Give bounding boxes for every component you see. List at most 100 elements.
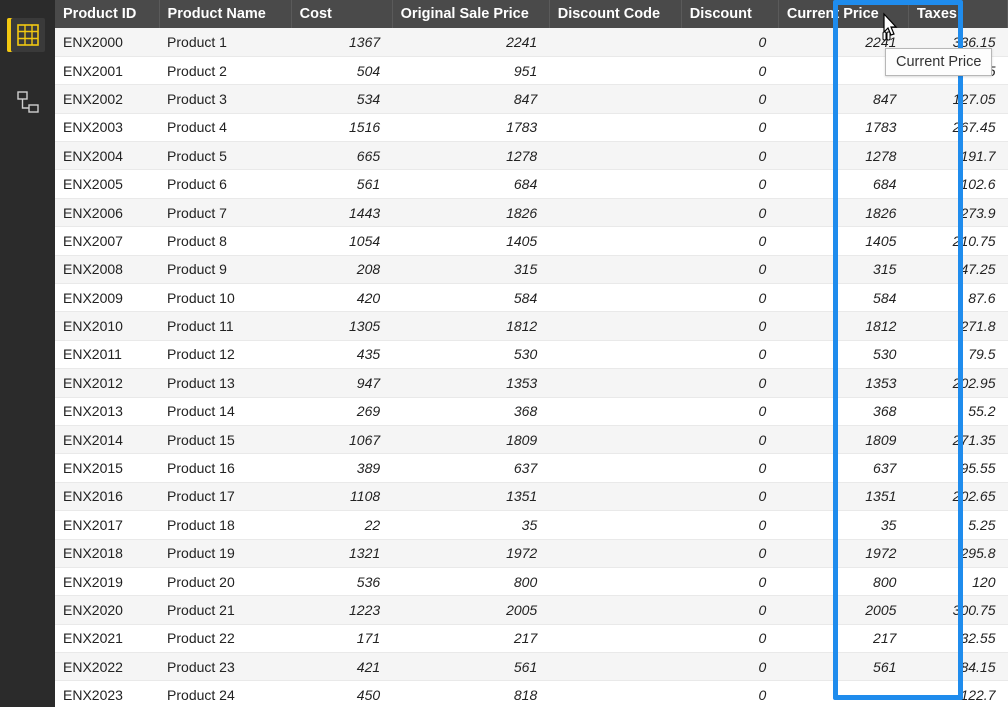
cell-tax[interactable]: 55.2 <box>908 397 1007 425</box>
cell-tax[interactable]: 122.7 <box>908 681 1007 707</box>
cell-osp[interactable]: 1812 <box>392 312 549 340</box>
table-row[interactable]: ENX2003Product 41516178301783267.45 <box>55 113 1008 141</box>
cell-name[interactable]: Product 6 <box>159 170 291 198</box>
cell-disc[interactable]: 0 <box>681 227 778 255</box>
cell-tax[interactable]: 295.8 <box>908 539 1007 567</box>
cell-id[interactable]: ENX2000 <box>55 28 159 56</box>
cell-disc[interactable]: 0 <box>681 284 778 312</box>
cell-disc[interactable]: 0 <box>681 425 778 453</box>
cell-dcode[interactable] <box>549 227 681 255</box>
cell-cost[interactable]: 420 <box>291 284 392 312</box>
cell-id[interactable]: ENX2009 <box>55 284 159 312</box>
cell-name[interactable]: Product 21 <box>159 596 291 624</box>
cell-disc[interactable]: 0 <box>681 596 778 624</box>
cell-tax[interactable]: 32.55 <box>908 624 1007 652</box>
cell-id[interactable]: ENX2006 <box>55 198 159 226</box>
cell-tax[interactable]: 142.65 <box>908 56 1007 84</box>
cell-tax[interactable]: 267.45 <box>908 113 1007 141</box>
cell-disc[interactable]: 0 <box>681 681 778 707</box>
cell-id[interactable]: ENX2023 <box>55 681 159 707</box>
table-row[interactable]: ENX2009Product 10420584058487.6 <box>55 284 1008 312</box>
cell-osp[interactable]: 847 <box>392 85 549 113</box>
table-row[interactable]: ENX2002Product 35348470847127.05 <box>55 85 1008 113</box>
cell-cur[interactable]: 1809 <box>778 425 908 453</box>
cell-cost[interactable]: 561 <box>291 170 392 198</box>
cell-disc[interactable]: 0 <box>681 312 778 340</box>
cell-name[interactable]: Product 1 <box>159 28 291 56</box>
cell-dcode[interactable] <box>549 596 681 624</box>
cell-disc[interactable]: 0 <box>681 511 778 539</box>
cell-cost[interactable]: 171 <box>291 624 392 652</box>
cell-name[interactable]: Product 24 <box>159 681 291 707</box>
cell-dcode[interactable] <box>549 142 681 170</box>
cell-disc[interactable]: 0 <box>681 170 778 198</box>
cell-name[interactable]: Product 20 <box>159 567 291 595</box>
cell-tax[interactable]: 102.6 <box>908 170 1007 198</box>
cell-id[interactable]: ENX2015 <box>55 454 159 482</box>
cell-name[interactable]: Product 23 <box>159 653 291 681</box>
cell-disc[interactable]: 0 <box>681 539 778 567</box>
cell-cur[interactable]: 684 <box>778 170 908 198</box>
cell-osp[interactable]: 2241 <box>392 28 549 56</box>
cell-cost[interactable]: 1443 <box>291 198 392 226</box>
cell-cur[interactable]: 561 <box>778 653 908 681</box>
cell-name[interactable]: Product 8 <box>159 227 291 255</box>
cell-osp[interactable]: 1809 <box>392 425 549 453</box>
cell-name[interactable]: Product 4 <box>159 113 291 141</box>
data-view-button[interactable] <box>11 18 45 52</box>
cell-cur[interactable]: 800 <box>778 567 908 595</box>
cell-tax[interactable]: 95.55 <box>908 454 1007 482</box>
column-header-cur[interactable]: Current Price <box>778 0 908 28</box>
cell-disc[interactable]: 0 <box>681 56 778 84</box>
cell-cur[interactable]: 35 <box>778 511 908 539</box>
cell-dcode[interactable] <box>549 255 681 283</box>
cell-name[interactable]: Product 17 <box>159 482 291 510</box>
table-row[interactable]: ENX2013Product 14269368036855.2 <box>55 397 1008 425</box>
column-header-disc[interactable]: Discount <box>681 0 778 28</box>
table-row[interactable]: ENX2019Product 205368000800120 <box>55 567 1008 595</box>
cell-cost[interactable]: 450 <box>291 681 392 707</box>
cell-id[interactable]: ENX2020 <box>55 596 159 624</box>
cell-cost[interactable]: 1223 <box>291 596 392 624</box>
column-header-cost[interactable]: Cost <box>291 0 392 28</box>
cell-tax[interactable]: 271.35 <box>908 425 1007 453</box>
cell-id[interactable]: ENX2002 <box>55 85 159 113</box>
cell-cur[interactable]: 584 <box>778 284 908 312</box>
cell-dcode[interactable] <box>549 284 681 312</box>
table-row[interactable]: ENX2001Product 25049510142.65 <box>55 56 1008 84</box>
cell-osp[interactable]: 217 <box>392 624 549 652</box>
cell-tax[interactable]: 87.6 <box>908 284 1007 312</box>
cell-cost[interactable]: 421 <box>291 653 392 681</box>
cell-cost[interactable]: 1516 <box>291 113 392 141</box>
cell-dcode[interactable] <box>549 653 681 681</box>
cell-name[interactable]: Product 18 <box>159 511 291 539</box>
cell-dcode[interactable] <box>549 397 681 425</box>
cell-cost[interactable]: 1067 <box>291 425 392 453</box>
cell-cur[interactable]: 530 <box>778 340 908 368</box>
cell-name[interactable]: Product 10 <box>159 284 291 312</box>
cell-dcode[interactable] <box>549 198 681 226</box>
table-row[interactable]: ENX2020Product 211223200502005300.75 <box>55 596 1008 624</box>
cell-cost[interactable]: 1321 <box>291 539 392 567</box>
cell-cur[interactable]: 1783 <box>778 113 908 141</box>
cell-cost[interactable]: 504 <box>291 56 392 84</box>
cell-dcode[interactable] <box>549 624 681 652</box>
cell-dcode[interactable] <box>549 567 681 595</box>
cell-dcode[interactable] <box>549 511 681 539</box>
column-header-id[interactable]: Product ID <box>55 0 159 28</box>
cell-tax[interactable]: 202.95 <box>908 369 1007 397</box>
cell-id[interactable]: ENX2016 <box>55 482 159 510</box>
cell-cost[interactable]: 534 <box>291 85 392 113</box>
cell-id[interactable]: ENX2004 <box>55 142 159 170</box>
cell-cost[interactable]: 1305 <box>291 312 392 340</box>
cell-dcode[interactable] <box>549 170 681 198</box>
cell-tax[interactable]: 127.05 <box>908 85 1007 113</box>
cell-disc[interactable]: 0 <box>681 28 778 56</box>
table-row[interactable]: ENX2014Product 151067180901809271.35 <box>55 425 1008 453</box>
cell-name[interactable]: Product 13 <box>159 369 291 397</box>
cell-id[interactable]: ENX2011 <box>55 340 159 368</box>
cell-dcode[interactable] <box>549 454 681 482</box>
cell-dcode[interactable] <box>549 425 681 453</box>
cell-cost[interactable]: 1054 <box>291 227 392 255</box>
cell-id[interactable]: ENX2013 <box>55 397 159 425</box>
